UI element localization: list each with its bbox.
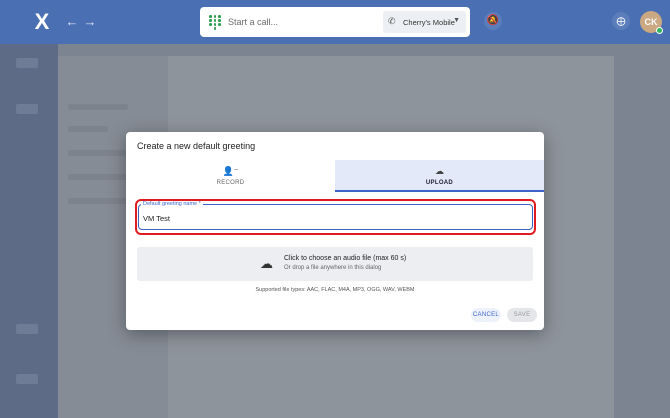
collapse-icon[interactable]: ⨁ <box>612 12 630 30</box>
top-app-bar: X ← → ✆ Cherry's Mobile ▼ 🔕 ⨁ CK <box>0 0 670 44</box>
dropzone-main-text: Click to choose an audio file (max 60 s) <box>284 255 407 262</box>
start-call-input[interactable] <box>228 14 368 30</box>
notifications-off-icon[interactable]: 🔕 <box>484 12 502 30</box>
tab-record[interactable]: 👤⁻ RECORD <box>126 160 335 192</box>
tab-upload[interactable]: ☁ UPLOAD <box>335 160 544 192</box>
dropzone-sub-text: Or drop a file anywhere in this dialog <box>284 265 382 271</box>
presence-status-dot <box>656 27 663 34</box>
greeting-name-label: Default greeting name * <box>141 201 203 207</box>
create-greeting-dialog: Create a new default greeting 👤⁻ RECORD … <box>126 132 544 330</box>
audio-file-dropzone[interactable]: ☁ Click to choose an audio file (max 60 … <box>137 247 533 281</box>
device-select[interactable]: ✆ Cherry's Mobile ▼ <box>383 11 466 33</box>
dialpad-icon[interactable] <box>209 15 221 30</box>
greeting-name-input[interactable] <box>143 212 443 224</box>
sidebar <box>0 44 58 418</box>
phone-icon: ✆ <box>388 16 396 26</box>
cloud-upload-icon: ☁ <box>260 256 273 271</box>
sidebar-icon <box>16 104 38 114</box>
chevron-down-icon: ▼ <box>453 17 460 24</box>
app-logo[interactable]: X <box>30 10 54 34</box>
cloud-upload-icon: ☁ <box>435 166 444 176</box>
device-select-label: Cherry's Mobile <box>403 18 455 27</box>
dialog-title: Create a new default greeting <box>137 141 256 151</box>
tab-record-label: RECORD <box>216 180 245 186</box>
forward-arrow-icon[interactable]: → <box>82 14 98 30</box>
background-row <box>68 104 128 110</box>
save-button[interactable]: SAVE <box>507 308 537 322</box>
sidebar-icon <box>16 324 38 334</box>
cancel-button[interactable]: CANCEL <box>471 308 501 322</box>
back-arrow-icon[interactable]: ← <box>64 14 80 30</box>
sidebar-icon <box>16 58 38 68</box>
background-row <box>68 126 108 132</box>
start-call-bar: ✆ Cherry's Mobile ▼ <box>200 7 470 37</box>
sidebar-icon <box>16 374 38 384</box>
record-voice-icon: 👤⁻ <box>222 166 239 176</box>
supported-file-types: Supported file types: AAC, FLAC, M4A, MP… <box>255 287 415 293</box>
tab-upload-label: UPLOAD <box>425 180 454 186</box>
